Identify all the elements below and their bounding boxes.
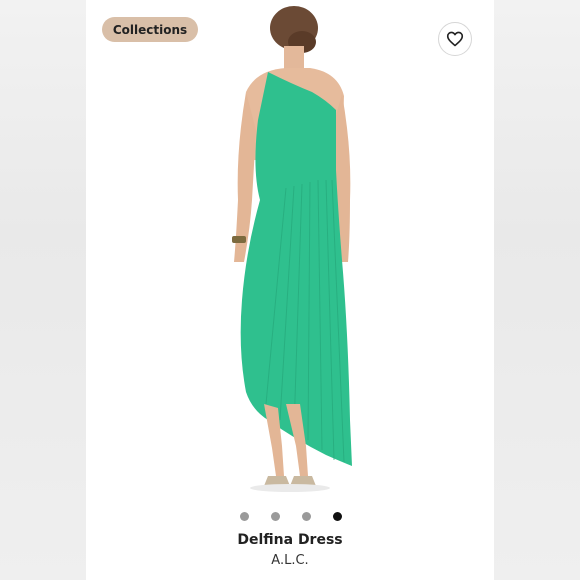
- heart-icon: [446, 31, 464, 47]
- product-card: Collections Delfina Dress A.L.C.: [86, 0, 494, 580]
- like-button[interactable]: [438, 22, 472, 56]
- carousel-dot-1[interactable]: [240, 512, 249, 521]
- product-title[interactable]: Delfina Dress: [86, 532, 494, 548]
- background-left: [0, 0, 86, 580]
- carousel-dot-3[interactable]: [302, 512, 311, 521]
- floor-shadow: [250, 484, 330, 492]
- product-photo[interactable]: [86, 0, 494, 505]
- background-right: [494, 0, 580, 580]
- carousel-indicators: [236, 512, 346, 522]
- product-brand[interactable]: A.L.C.: [86, 553, 494, 568]
- carousel-dot-4[interactable]: [333, 512, 342, 521]
- carousel-dot-2[interactable]: [271, 512, 280, 521]
- bracelet: [232, 236, 246, 243]
- collections-button[interactable]: Collections: [102, 17, 198, 42]
